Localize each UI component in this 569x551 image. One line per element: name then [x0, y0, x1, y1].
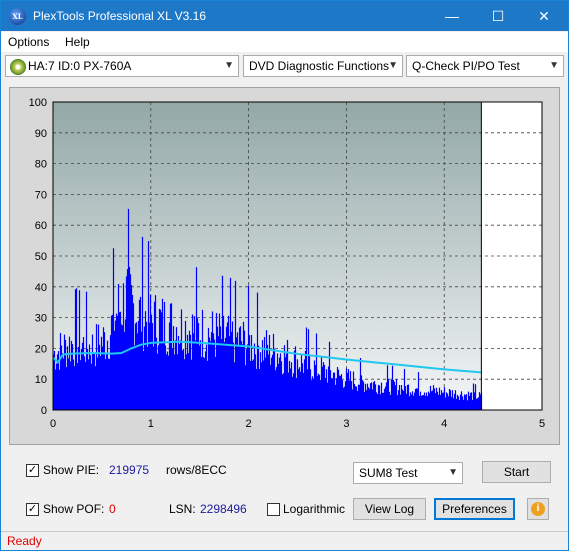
x-tick-label: 3: [343, 418, 349, 430]
y-tick-label: 0: [41, 405, 47, 417]
drive-select-value: HA:7 ID:0 PX-760A: [28, 59, 132, 73]
view-log-button[interactable]: View Log: [353, 498, 426, 520]
y-tick-label: 50: [35, 251, 47, 263]
x-tick-label: 0: [50, 418, 56, 430]
x-tick-label: 4: [441, 418, 447, 430]
logarithmic-checkbox[interactable]: [267, 503, 280, 516]
lsn-value: 2298496: [200, 502, 247, 516]
y-tick-label: 60: [35, 220, 47, 232]
logarithmic-label: Logarithmic: [283, 502, 346, 516]
maximize-button[interactable]: ☐: [475, 1, 521, 31]
pie-unit: rows/8ECC: [166, 463, 227, 477]
test-select[interactable]: Q-Check PI/PO Test ▼: [406, 55, 564, 77]
y-tick-label: 100: [29, 97, 47, 109]
pipo-chart: 0 10 20 30 40 50 60 70 80 90 100 0 1 2 3 4 5: [9, 87, 560, 445]
test-select-value: Q-Check PI/PO Test: [412, 59, 520, 73]
show-pie-checkbox[interactable]: ✓: [26, 464, 39, 477]
sum-test-select[interactable]: SUM8 Test ▼: [353, 462, 463, 484]
app-window: XL PlexTools Professional XL V3.16 — ☐ ✕…: [0, 0, 569, 551]
x-tick-label: 1: [148, 418, 154, 430]
drive-select[interactable]: HA:7 ID:0 PX-760A ▼: [5, 55, 239, 77]
chart-svg: 0 10 20 30 40 50 60 70 80 90 100 0 1 2 3 4 5: [29, 97, 545, 430]
pof-value: 0: [109, 502, 116, 516]
chevron-down-icon: ▼: [224, 60, 234, 71]
minimize-button[interactable]: —: [429, 1, 475, 31]
lsn-label: LSN:: [169, 502, 196, 516]
menu-bar: Options Help: [1, 32, 568, 52]
close-button[interactable]: ✕: [521, 1, 567, 31]
preferences-button[interactable]: Preferences: [434, 498, 515, 520]
show-pie-label: Show PIE:: [43, 463, 100, 477]
disc-drive-icon: [10, 59, 26, 75]
y-tick-label: 20: [35, 343, 47, 355]
chevron-down-icon: ▼: [388, 60, 398, 71]
y-tick-label: 30: [35, 313, 47, 325]
pie-value: 219975: [109, 463, 150, 477]
x-tick-label: 2: [246, 418, 252, 430]
start-button[interactable]: Start: [482, 461, 551, 483]
show-pof-checkbox[interactable]: ✓: [26, 503, 39, 516]
sum-test-select-value: SUM8 Test: [359, 466, 418, 480]
show-pof-label: Show POF:: [43, 502, 105, 516]
function-select[interactable]: DVD Diagnostic Functions ▼: [243, 55, 403, 77]
y-tick-label: 40: [35, 282, 47, 294]
status-text: Ready: [7, 534, 42, 548]
y-tick-label: 70: [35, 189, 47, 201]
chevron-down-icon: ▼: [448, 467, 458, 478]
info-icon: i: [531, 502, 545, 516]
x-tick-label: 5: [539, 418, 545, 430]
y-tick-label: 10: [35, 374, 47, 386]
status-bar: Ready: [1, 531, 568, 550]
chevron-down-icon: ▼: [549, 60, 559, 71]
info-button[interactable]: i: [527, 498, 549, 520]
y-tick-label: 80: [35, 159, 47, 171]
menu-options[interactable]: Options: [8, 35, 49, 49]
menu-help[interactable]: Help: [65, 35, 90, 49]
controls-panel: ✓ Show PIE: 219975 rows/8ECC ✓ Show POF:…: [9, 453, 560, 525]
y-tick-label: 90: [35, 128, 47, 140]
toolbar: HA:7 ID:0 PX-760A ▼ DVD Diagnostic Funct…: [1, 53, 568, 81]
title-bar[interactable]: XL PlexTools Professional XL V3.16 — ☐ ✕: [1, 1, 568, 31]
function-select-value: DVD Diagnostic Functions: [249, 59, 390, 73]
window-title: PlexTools Professional XL V3.16: [33, 9, 206, 23]
app-logo-icon: XL: [9, 8, 26, 25]
